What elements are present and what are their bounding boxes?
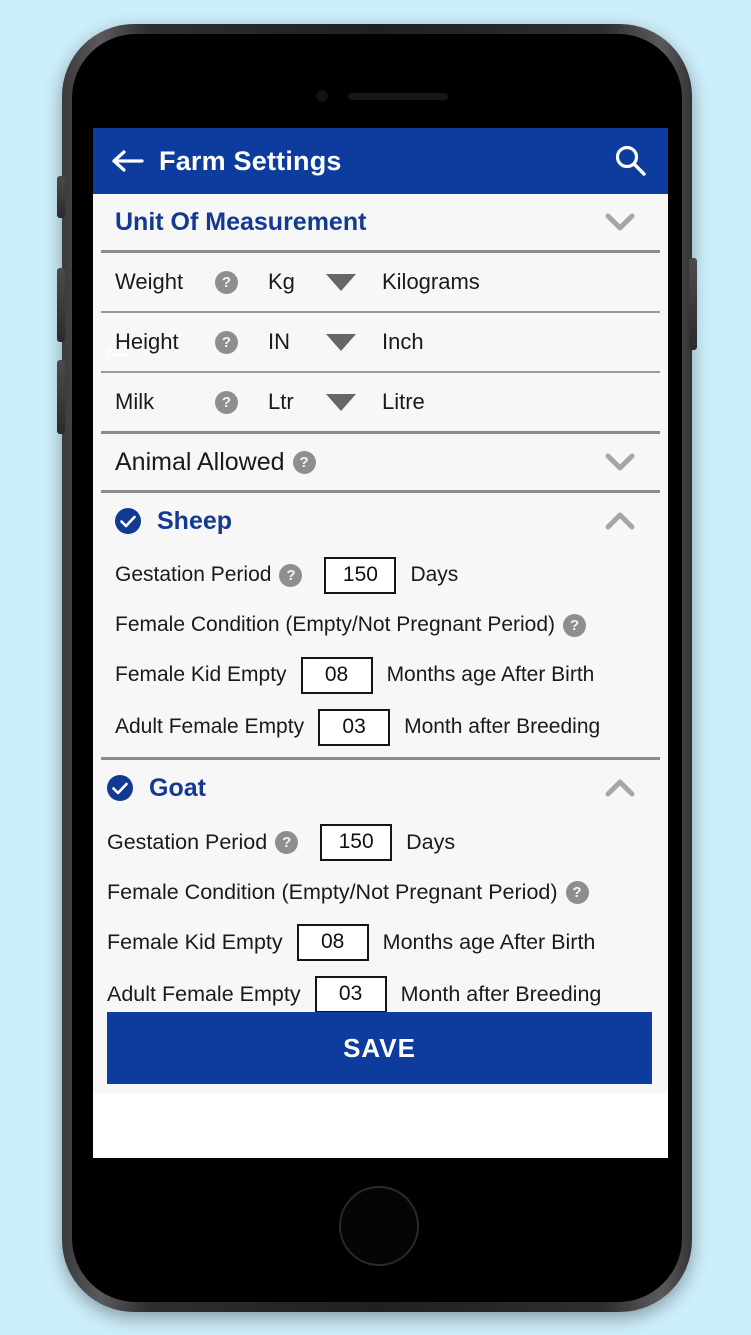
front-camera-icon xyxy=(316,90,328,102)
unit-abbr-milk: Ltr xyxy=(268,389,294,414)
section-header-unit-of-measurement[interactable]: Unit Of Measurement xyxy=(93,194,668,250)
help-icon[interactable]: ? xyxy=(215,270,238,294)
silent-switch-button[interactable] xyxy=(57,176,65,218)
help-icon[interactable]: ? xyxy=(565,880,589,904)
input-adult-female-empty-goat[interactable]: 03 xyxy=(314,975,387,1013)
home-button[interactable] xyxy=(339,1186,419,1266)
unit-abbr-weight: Kg xyxy=(268,269,295,294)
unit-row-milk[interactable]: Milk ? Ltr Litre xyxy=(93,373,668,431)
field-label-female-kid-empty-goat: Female Kid Empty xyxy=(107,929,283,954)
input-gestation-sheep[interactable]: 150 xyxy=(324,556,397,594)
save-button[interactable]: SAVE xyxy=(107,1012,652,1084)
field-label-adult-female-empty-sheep: Adult Female Empty xyxy=(115,715,305,738)
input-adult-female-empty-sheep[interactable]: 03 xyxy=(318,708,391,746)
unit-suffix-adult-female-empty-goat: Month after Breeding xyxy=(400,981,602,1006)
unit-suffix-female-kid-empty-goat: Months age After Birth xyxy=(382,929,596,954)
app-bar: Farm Settings xyxy=(93,128,668,194)
chevron-down-icon[interactable] xyxy=(600,209,640,235)
back-arrow-icon[interactable] xyxy=(111,146,145,176)
unit-row-height[interactable]: Height ? IN Inch xyxy=(93,313,668,371)
unit-full-height: Inch xyxy=(382,329,424,354)
animal-name-sheep: Sheep xyxy=(157,506,233,535)
field-row-female-condition-sheep: Female Condition (Empty/Not Pregnant Per… xyxy=(93,601,668,649)
unit-label-weight: Weight xyxy=(115,269,184,294)
page-title: Farm Settings xyxy=(159,145,342,176)
unit-full-milk: Litre xyxy=(382,389,425,414)
section-title-animal-allowed: Animal Allowed xyxy=(115,447,285,476)
earpiece-speaker-icon xyxy=(348,93,448,100)
field-label-female-condition-sheep: Female Condition (Empty/Not Pregnant Per… xyxy=(115,613,556,636)
volume-up-button[interactable] xyxy=(57,268,65,342)
section-title-unit-of-measurement: Unit Of Measurement xyxy=(115,207,367,236)
field-label-gestation-goat: Gestation Period xyxy=(107,829,268,854)
unit-suffix-gestation-goat: Days xyxy=(406,829,456,854)
dropdown-caret-icon[interactable] xyxy=(326,393,356,411)
help-icon[interactable]: ? xyxy=(563,613,587,637)
field-row-female-condition-goat: Female Condition (Empty/Not Pregnant Per… xyxy=(93,868,668,916)
animal-block-sheep: Sheep Gestation Period ? 150 Days Female… xyxy=(93,493,668,757)
input-female-kid-empty-goat[interactable]: 08 xyxy=(296,923,369,961)
help-icon[interactable]: ? xyxy=(215,330,238,354)
unit-row-weight[interactable]: Weight ? Kg Kilograms xyxy=(93,253,668,311)
field-row-adult-female-empty-sheep: Adult Female Empty 03 Month after Breedi… xyxy=(93,701,668,753)
field-label-gestation-sheep: Gestation Period xyxy=(115,563,272,586)
help-icon[interactable]: ? xyxy=(279,563,303,587)
chevron-down-icon[interactable] xyxy=(600,449,640,475)
checkbox-checked-icon[interactable] xyxy=(115,508,141,534)
unit-label-milk: Milk xyxy=(115,389,155,414)
animal-name-goat: Goat xyxy=(149,773,206,802)
animal-block-goat: Goat Gestation Period ? 150 Days Female … xyxy=(93,760,668,1024)
checkbox-checked-icon[interactable] xyxy=(107,775,133,801)
field-label-female-kid-empty-sheep: Female Kid Empty xyxy=(115,663,287,686)
field-row-female-kid-empty-goat: Female Kid Empty 08 Months age After Bir… xyxy=(93,916,668,968)
volume-down-button[interactable] xyxy=(57,360,65,434)
unit-suffix-adult-female-empty-sheep: Month after Breeding xyxy=(404,715,601,738)
phone-screen: Farm Settings Unit Of Measurement Weight… xyxy=(93,128,668,1158)
chevron-up-icon[interactable] xyxy=(600,508,640,534)
unit-suffix-gestation-sheep: Days xyxy=(410,563,459,586)
help-icon[interactable]: ? xyxy=(275,830,299,854)
search-icon[interactable] xyxy=(612,143,648,179)
field-row-female-kid-empty-sheep: Female Kid Empty 08 Months age After Bir… xyxy=(93,649,668,701)
input-gestation-goat[interactable]: 150 xyxy=(320,823,393,861)
unit-abbr-height: IN xyxy=(268,329,290,354)
field-label-adult-female-empty-goat: Adult Female Empty xyxy=(107,981,301,1006)
dropdown-caret-icon[interactable] xyxy=(326,333,356,351)
animal-header-goat[interactable]: Goat xyxy=(93,760,668,816)
power-button[interactable] xyxy=(689,258,697,350)
unit-full-weight: Kilograms xyxy=(382,269,480,294)
field-label-female-condition-goat: Female Condition (Empty/Not Pregnant Per… xyxy=(107,879,558,904)
field-row-gestation-sheep: Gestation Period ? 150 Days xyxy=(93,549,668,601)
input-female-kid-empty-sheep[interactable]: 08 xyxy=(300,656,373,694)
section-header-animal-allowed[interactable]: Animal Allowed ? xyxy=(93,434,668,490)
settings-content: Unit Of Measurement Weight ? Kg Kilogram… xyxy=(93,194,668,1094)
animal-header-sheep[interactable]: Sheep xyxy=(93,493,668,549)
ghost-back-arrow-icon xyxy=(101,345,131,365)
dropdown-caret-icon[interactable] xyxy=(326,273,356,291)
chevron-up-icon[interactable] xyxy=(600,775,640,801)
unit-suffix-female-kid-empty-sheep: Months age After Birth xyxy=(386,663,595,686)
help-icon[interactable]: ? xyxy=(215,390,238,414)
help-icon[interactable]: ? xyxy=(292,450,316,474)
field-row-gestation-goat: Gestation Period ? 150 Days xyxy=(93,816,668,868)
